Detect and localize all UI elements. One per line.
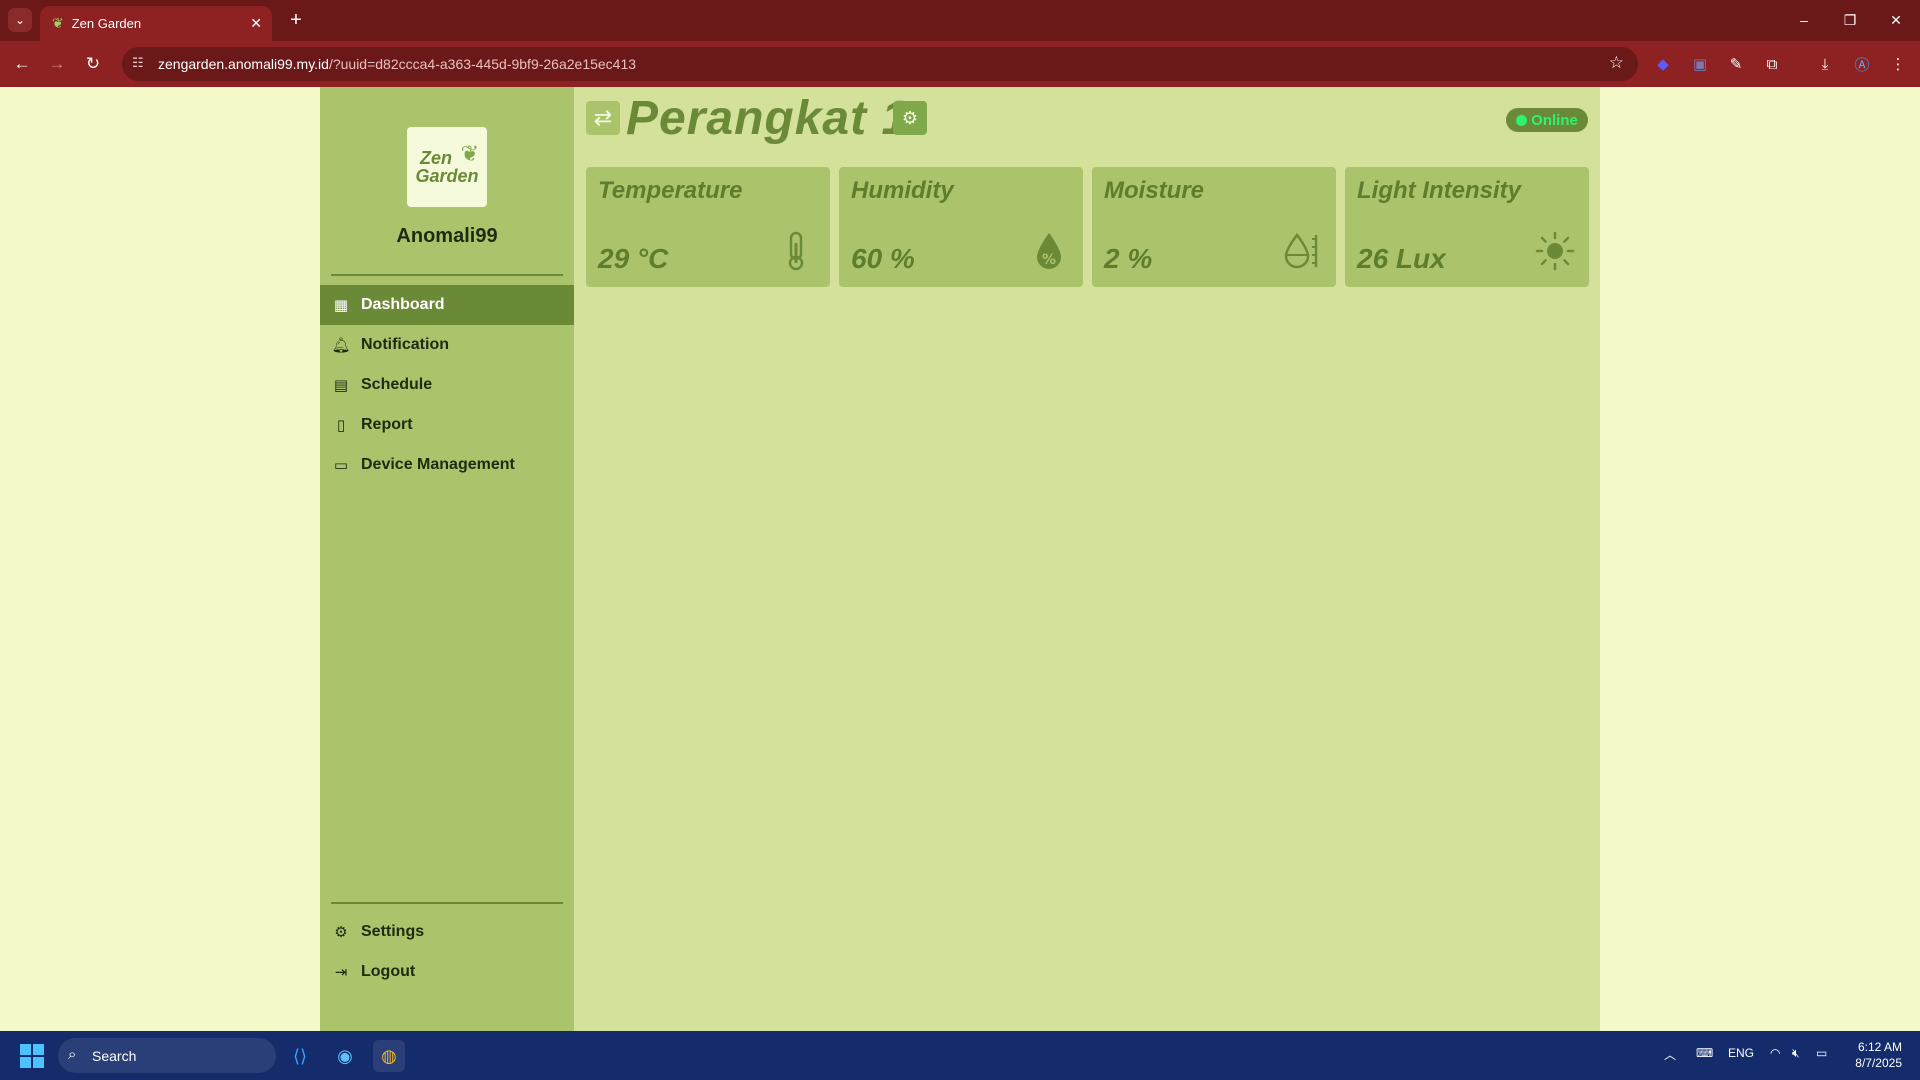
thermometer-icon	[776, 231, 816, 271]
moisture-card: Moisture 2 %	[1092, 167, 1336, 287]
moisture-icon	[1282, 231, 1322, 271]
device-settings-button[interactable]: ⚙	[893, 101, 927, 135]
tab-title: Zen Garden	[71, 16, 142, 31]
taskbar: ⌕ Search ⟨⟩ ◉ ◍ ︿ ⌨ ENG ◠ 🔇︎ ▭ 6:12 AM 8…	[0, 1031, 1920, 1080]
url-host: zengarden.anomali99.my.id	[158, 56, 329, 72]
swap-arrows-icon: ⇄	[593, 105, 613, 130]
gear-icon: ⚙	[901, 107, 919, 128]
light-intensity-card: Light Intensity 26 Lux	[1345, 167, 1589, 287]
extensions-puzzle-icon[interactable]: ⧉	[1760, 52, 1784, 76]
chrome-icon[interactable]: ◍	[373, 1040, 405, 1072]
back-icon[interactable]: ←	[10, 52, 34, 76]
sidebar-item-label: Logout	[361, 963, 416, 980]
sidebar-item-label: Device Management	[361, 456, 515, 473]
sidebar-item-dashboard[interactable]: ▦ Dashboard	[320, 285, 574, 325]
close-tab-icon[interactable]: ✕	[250, 15, 262, 32]
extension-box-icon[interactable]: ▣	[1688, 52, 1712, 76]
browser-tab-strip: ⌄ ❦ Zen Garden ✕ + – ❐ ✕	[0, 0, 1920, 41]
windows-start-icon[interactable]	[20, 1044, 44, 1068]
clock-date: 8/7/2025	[1855, 1056, 1902, 1070]
chevron-up-icon[interactable]: ︿	[1664, 1046, 1676, 1063]
new-tab-button[interactable]: +	[284, 8, 308, 32]
language-indicator[interactable]: ENG	[1728, 1046, 1754, 1060]
url-path: /?uuid=d82ccca4-a363-445d-9bf9-26a2e15ec…	[328, 56, 637, 72]
extension-cube-icon[interactable]: ◆	[1651, 52, 1675, 76]
username: Anomali99	[396, 225, 498, 247]
wifi-icon[interactable]: ◠	[1770, 1046, 1780, 1060]
clock-time: 6:12 AM	[1857, 1040, 1902, 1054]
volume-muted-icon[interactable]: 🔇︎	[1792, 1046, 1800, 1061]
close-window-icon[interactable]: ✕	[1884, 8, 1908, 32]
sidebar-item-report[interactable]: ▯ Report	[320, 405, 574, 445]
humidity-card: Humidity 60 % %	[839, 167, 1083, 287]
main-content: ⇄ Perangkat 1 ⚙ Online Temperature 29 °C…	[574, 87, 1600, 1031]
sidebar-item-label: Report	[361, 416, 413, 433]
device-title: Perangkat 1	[626, 92, 910, 145]
card-value: 29 °C	[598, 243, 669, 274]
leaf-icon: ❦	[460, 141, 479, 166]
restore-icon[interactable]: ❐	[1838, 8, 1862, 32]
logout-icon: ⇥	[334, 964, 348, 981]
sidebar: Zen Garden ❦ Anomali99 ▦ Dashboard 🔔︎ No…	[320, 87, 574, 1031]
sidebar-item-schedule[interactable]: ▤ Schedule	[320, 365, 574, 405]
gear-icon: ⚙	[334, 924, 348, 941]
bell-icon: 🔔︎	[331, 337, 351, 354]
address-bar[interactable]: ☷ zengarden.anomali99.my.id/?uuid=d82ccc…	[122, 47, 1638, 81]
browser-tab[interactable]: ❦ Zen Garden ✕	[40, 6, 272, 41]
battery-icon[interactable]: ▭	[1816, 1046, 1827, 1060]
minimize-icon[interactable]: –	[1792, 8, 1816, 32]
divider	[331, 902, 563, 904]
svg-text:%: %	[1042, 252, 1056, 268]
logo-text-garden: Garden	[415, 166, 479, 186]
browser-toolbar: ← → ↻ ☷ zengarden.anomali99.my.id/?uuid=…	[0, 41, 1920, 87]
profile-avatar-icon[interactable]: Ⓐ	[1850, 52, 1874, 76]
card-label: Light Intensity	[1357, 177, 1521, 204]
sidebar-item-label: Notification	[361, 336, 449, 353]
card-label: Temperature	[598, 177, 743, 204]
status-badge: Online	[1506, 108, 1588, 132]
keyboard-icon[interactable]: ⌨	[1696, 1046, 1713, 1060]
status-text: Online	[1531, 111, 1578, 129]
card-label: Moisture	[1104, 177, 1205, 204]
sidebar-item-settings[interactable]: ⚙ Settings	[320, 912, 574, 952]
temperature-card: Temperature 29 °C	[586, 167, 830, 287]
search-icon: ⌕	[68, 1046, 77, 1063]
bookmark-star-icon[interactable]: ☆	[1609, 53, 1624, 73]
taskbar-search[interactable]: ⌕ Search	[58, 1038, 276, 1073]
sidebar-item-label: Settings	[361, 923, 425, 940]
card-value: 2 %	[1104, 243, 1153, 274]
menu-kebab-icon[interactable]: ⋮	[1886, 52, 1910, 76]
app-bird-icon[interactable]: ◉	[329, 1040, 361, 1072]
system-clock[interactable]: 6:12 AM 8/7/2025	[1855, 1039, 1902, 1071]
tab-search-button[interactable]: ⌄	[8, 8, 32, 32]
leaf-icon: ❦	[52, 15, 64, 31]
search-label: Search	[92, 1047, 137, 1064]
site-info-icon[interactable]: ☷	[132, 55, 144, 71]
humidity-drop-icon: %	[1029, 231, 1069, 271]
switch-device-button[interactable]: ⇄	[586, 101, 620, 135]
calendar-icon: ▤	[333, 377, 349, 394]
download-icon[interactable]: ⤓	[1813, 52, 1837, 76]
sidebar-item-device-management[interactable]: ▭ Device Management	[320, 445, 574, 485]
vscode-icon[interactable]: ⟨⟩	[284, 1040, 316, 1072]
sidebar-item-logout[interactable]: ⇥ Logout	[320, 952, 574, 992]
zen-garden-logo: Zen Garden ❦	[407, 127, 487, 207]
divider	[331, 274, 563, 276]
sidebar-item-label: Dashboard	[361, 296, 445, 313]
forward-icon[interactable]: →	[45, 52, 69, 76]
pen-icon[interactable]: ✎	[1724, 52, 1748, 76]
logo-text-zen: Zen	[419, 148, 452, 168]
card-value: 60 %	[851, 243, 915, 274]
reload-icon[interactable]: ↻	[81, 52, 105, 76]
sun-icon	[1535, 231, 1575, 271]
card-value: 26 Lux	[1357, 243, 1446, 274]
status-dot	[1516, 114, 1528, 126]
card-label: Humidity	[851, 177, 954, 204]
dashboard-icon: ▦	[333, 297, 349, 314]
report-icon: ▯	[336, 417, 346, 434]
tablet-icon: ▭	[333, 457, 349, 474]
sidebar-item-label: Schedule	[361, 376, 433, 393]
sidebar-item-notification[interactable]: 🔔︎ Notification	[320, 325, 574, 365]
